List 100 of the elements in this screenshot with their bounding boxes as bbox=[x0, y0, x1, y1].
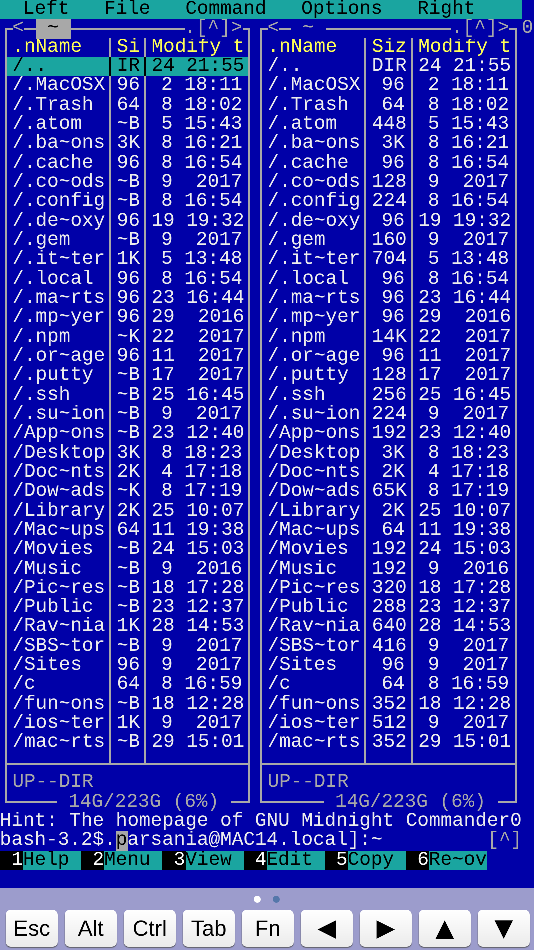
file-size[interactable]: 3K bbox=[111, 134, 146, 154]
file-date[interactable]: 8 16:21 bbox=[412, 134, 516, 154]
file-date[interactable]: 24 21:55 bbox=[146, 56, 248, 76]
file-name[interactable]: /.. bbox=[262, 56, 366, 76]
hotlist-button[interactable]: [^] bbox=[462, 19, 498, 39]
file-size[interactable]: ~K bbox=[111, 328, 146, 347]
file-size[interactable]: 192 bbox=[366, 560, 413, 579]
column-header[interactable]: Modify t bbox=[146, 38, 248, 57]
file-size[interactable]: 96 bbox=[366, 346, 413, 366]
file-date[interactable]: 9 2017 bbox=[412, 636, 516, 656]
file-size[interactable]: 640 bbox=[366, 617, 413, 637]
file-name[interactable]: /.MacOSX bbox=[262, 76, 366, 96]
file-date[interactable]: 28 14:53 bbox=[146, 617, 248, 637]
menu-item[interactable]: Command bbox=[186, 0, 267, 20]
column-header[interactable]: .nName bbox=[262, 38, 366, 57]
file-date[interactable]: 5 13:48 bbox=[412, 250, 516, 270]
file-date[interactable]: 9 2017 bbox=[146, 636, 248, 656]
file-size[interactable]: 96 bbox=[366, 76, 413, 96]
file-date[interactable]: 11 19:38 bbox=[146, 520, 248, 540]
page-dot[interactable] bbox=[254, 896, 261, 904]
file-size[interactable]: 352 bbox=[366, 733, 413, 753]
file-size[interactable]: DIR bbox=[366, 56, 413, 76]
file-date[interactable]: 5 13:48 bbox=[146, 250, 248, 270]
file-name[interactable]: /.it~ter bbox=[6, 250, 112, 270]
file-name[interactable]: /fun~ons bbox=[6, 694, 112, 714]
file-name[interactable]: /Library bbox=[262, 502, 366, 521]
file-size[interactable]: 64 bbox=[111, 520, 146, 540]
file-date[interactable]: 17 2017 bbox=[146, 366, 248, 386]
file-date[interactable]: 8 16:21 bbox=[146, 134, 248, 154]
file-size[interactable]: 2K bbox=[366, 502, 413, 521]
file-date[interactable]: 8 18:02 bbox=[412, 96, 516, 115]
file-name[interactable]: /.mp~yer bbox=[262, 308, 366, 328]
file-size[interactable]: 192 bbox=[366, 424, 413, 444]
file-name[interactable]: /.gem bbox=[6, 230, 112, 250]
file-size[interactable]: 128 bbox=[366, 366, 413, 386]
file-size[interactable]: 14K bbox=[366, 328, 413, 347]
file-name[interactable]: /.it~ter bbox=[262, 250, 366, 270]
file-size[interactable]: 224 bbox=[366, 404, 413, 424]
file-name[interactable]: /.. bbox=[6, 56, 112, 76]
file-name[interactable]: /.gem bbox=[262, 230, 366, 250]
file-date[interactable]: 18 12:28 bbox=[146, 694, 248, 714]
file-size[interactable]: ~B bbox=[111, 230, 146, 250]
file-date[interactable]: 23 16:44 bbox=[412, 288, 516, 308]
file-size[interactable]: ~B bbox=[111, 404, 146, 424]
file-size[interactable]: ~B bbox=[111, 560, 146, 579]
file-size[interactable]: ~B bbox=[111, 598, 146, 618]
file-date[interactable]: 8 16:54 bbox=[412, 154, 516, 173]
file-date[interactable]: 8 16:59 bbox=[412, 675, 516, 695]
file-size[interactable]: 512 bbox=[366, 714, 413, 734]
file-date[interactable]: 5 15:43 bbox=[412, 114, 516, 134]
file-name[interactable]: /.ma~rts bbox=[6, 288, 112, 308]
file-date[interactable]: 2 18:11 bbox=[146, 76, 248, 96]
file-date[interactable]: 24 15:03 bbox=[412, 540, 516, 560]
file-date[interactable]: 9 2017 bbox=[412, 404, 516, 424]
menu-item[interactable]: File bbox=[104, 0, 151, 20]
file-name[interactable]: /.de~oxy bbox=[262, 212, 366, 231]
file-name[interactable]: /.or~age bbox=[6, 346, 112, 366]
file-size[interactable]: 96 bbox=[111, 76, 146, 96]
file-name[interactable]: /.ba~ons bbox=[262, 134, 366, 154]
file-date[interactable]: 18 12:28 bbox=[412, 694, 516, 714]
file-name[interactable]: /Public bbox=[6, 598, 112, 618]
file-date[interactable]: 8 16:54 bbox=[146, 192, 248, 212]
file-date[interactable]: 18 17:28 bbox=[146, 578, 248, 598]
file-size[interactable]: 128 bbox=[366, 172, 413, 192]
file-name[interactable]: /.putty bbox=[6, 366, 112, 386]
file-name[interactable]: /ios~ter bbox=[262, 714, 366, 734]
file-date[interactable]: 25 16:45 bbox=[146, 386, 248, 405]
file-date[interactable]: 9 2017 bbox=[146, 714, 248, 734]
file-size[interactable]: 3K bbox=[366, 134, 413, 154]
file-size[interactable]: ~B bbox=[111, 114, 146, 134]
file-name[interactable]: /.atom bbox=[262, 114, 366, 134]
file-name[interactable]: /.npm bbox=[6, 328, 112, 347]
arrow-key-button[interactable]: ▼ bbox=[478, 910, 530, 947]
file-date[interactable]: 4 17:18 bbox=[412, 462, 516, 482]
file-name[interactable]: /Rav~nia bbox=[262, 617, 366, 637]
file-date[interactable]: 8 16:59 bbox=[146, 675, 248, 695]
file-name[interactable]: /Sites bbox=[6, 656, 112, 676]
file-size[interactable]: 704 bbox=[366, 250, 413, 270]
file-name[interactable]: /.ssh bbox=[262, 386, 366, 405]
file-date[interactable]: 8 18:23 bbox=[412, 444, 516, 463]
file-name[interactable]: /.config bbox=[262, 192, 366, 212]
file-name[interactable]: /.MacOSX bbox=[6, 76, 112, 96]
file-size[interactable]: 416 bbox=[366, 636, 413, 656]
file-date[interactable]: 9 2017 bbox=[412, 230, 516, 250]
column-header[interactable]: Siz bbox=[366, 38, 413, 57]
file-name[interactable]: /.Trash bbox=[262, 96, 366, 115]
file-size[interactable]: 96 bbox=[366, 212, 413, 231]
file-date[interactable]: 25 10:07 bbox=[412, 502, 516, 521]
file-date[interactable]: 22 2017 bbox=[146, 328, 248, 347]
file-date[interactable]: 29 15:01 bbox=[146, 733, 248, 753]
file-size[interactable]: ~B bbox=[111, 540, 146, 560]
file-size[interactable]: 288 bbox=[366, 598, 413, 618]
file-size[interactable]: 96 bbox=[366, 270, 413, 289]
file-size[interactable]: 3K bbox=[366, 444, 413, 463]
file-name[interactable]: /App~ons bbox=[262, 424, 366, 444]
menu-item[interactable]: Right bbox=[418, 0, 476, 20]
history-button[interactable]: [^] bbox=[488, 831, 522, 850]
key-button[interactable]: Esc bbox=[6, 910, 58, 947]
file-date[interactable]: 25 16:45 bbox=[412, 386, 516, 405]
file-name[interactable]: /mac~rts bbox=[6, 733, 112, 753]
